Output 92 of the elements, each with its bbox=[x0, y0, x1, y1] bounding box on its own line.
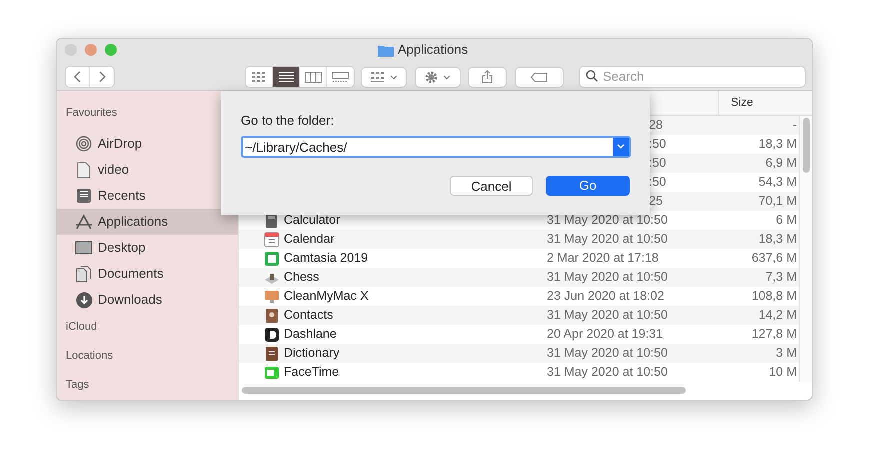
sidebar-item[interactable]: video bbox=[57, 157, 238, 183]
search-icon bbox=[586, 70, 598, 82]
size-cell-text: 10 M bbox=[769, 364, 797, 382]
dropdown-button[interactable] bbox=[613, 138, 629, 156]
date-cell-text: 31 May 2020 at 10:50 bbox=[547, 231, 669, 248]
group-button[interactable] bbox=[361, 66, 407, 88]
sidebar-item[interactable]: Recents bbox=[57, 183, 238, 209]
search-field[interactable]: Search bbox=[579, 66, 806, 88]
chevron-left-icon bbox=[74, 71, 81, 83]
sidebar-item[interactable]: Desktop bbox=[57, 235, 238, 261]
airdrop-icon bbox=[76, 136, 92, 152]
size-cell-text: 6,9 M bbox=[766, 155, 797, 172]
gear-icon bbox=[425, 70, 438, 84]
tag-button[interactable] bbox=[515, 66, 564, 88]
minimize-button[interactable] bbox=[85, 44, 97, 56]
size-cell-text: 7,3 M bbox=[766, 269, 797, 286]
download-icon bbox=[76, 292, 92, 308]
size-cell-text: 108,8 M bbox=[752, 288, 797, 306]
icon-view-icon bbox=[252, 72, 266, 82]
window-title: Applications bbox=[398, 41, 468, 60]
file-name-cell-text: Chess bbox=[284, 269, 320, 286]
size-cell-text: 637,6 M bbox=[752, 250, 797, 268]
document-icon bbox=[77, 162, 91, 178]
size-cell-text: 14,2 M bbox=[758, 307, 797, 324]
monitor-icon bbox=[264, 288, 280, 304]
sidebar-section-heading[interactable]: Favourites bbox=[57, 99, 118, 128]
folder-icon bbox=[378, 44, 394, 56]
sidebar-section-heading[interactable]: Locations bbox=[57, 342, 114, 371]
date-cell-text: 25 bbox=[649, 193, 664, 210]
date-cell-text: :50 bbox=[649, 136, 668, 154]
size-cell-text: 6 M bbox=[776, 212, 797, 230]
cancel-button[interactable]: Cancel bbox=[450, 176, 533, 196]
file-name-cell-text: FaceTime bbox=[284, 364, 340, 382]
date-cell-text: 20 Apr 2020 at 19:31 bbox=[547, 326, 664, 344]
scrollbar-thumb[interactable] bbox=[803, 118, 810, 173]
size-cell-text: 70,1 M bbox=[758, 193, 797, 210]
file-name-cell-text: Camtasia 2019 bbox=[284, 250, 368, 268]
share-icon bbox=[482, 70, 493, 84]
path-input-field[interactable]: ~/Library/Caches/ bbox=[241, 136, 631, 158]
size-cell-text: 3 M bbox=[776, 345, 797, 362]
tag-icon bbox=[531, 72, 548, 82]
sidebar-section-heading[interactable]: iCloud bbox=[57, 313, 98, 342]
sidebar-section-heading[interactable]: Tags bbox=[57, 371, 90, 400]
go-button[interactable]: Go bbox=[546, 176, 630, 196]
date-cell-text: 31 May 2020 at 10:50 bbox=[547, 212, 669, 230]
desktop-icon bbox=[75, 241, 93, 255]
size-cell-text: 18,3 M bbox=[758, 231, 797, 248]
size-cell-text: 127,8 M bbox=[752, 326, 797, 344]
size-cell-text: 18,3 M bbox=[758, 136, 797, 154]
sidebar-item[interactable]: Applications bbox=[57, 209, 238, 235]
date-cell-text: 28 bbox=[649, 117, 664, 134]
column-view-icon bbox=[304, 72, 322, 82]
size-cell-text: - bbox=[792, 117, 797, 134]
share-button[interactable] bbox=[468, 66, 507, 88]
gallery-view-icon bbox=[332, 72, 349, 82]
view-mode-button[interactable] bbox=[273, 67, 300, 87]
address-book-icon bbox=[264, 308, 280, 324]
applications-icon bbox=[75, 214, 93, 230]
sidebar-item[interactable]: AirDrop bbox=[57, 131, 238, 157]
date-cell-text: 2 Mar 2020 at 17:18 bbox=[547, 250, 660, 268]
vertical-scrollbar[interactable] bbox=[799, 116, 812, 382]
file-name-cell-text: Calendar bbox=[284, 231, 335, 248]
file-name-cell-text: Contacts bbox=[284, 307, 334, 324]
list-view-icon bbox=[278, 72, 294, 82]
chevron-right-icon bbox=[98, 71, 106, 83]
file-name-cell-text: Calculator bbox=[284, 212, 340, 230]
sidebar-item[interactable]: Downloads bbox=[57, 287, 238, 313]
chevron-down-icon bbox=[390, 74, 398, 80]
sidebar-item[interactable]: Documents bbox=[57, 261, 238, 287]
column-header-label: Size bbox=[730, 96, 754, 111]
file-name-cell-text: CleanMyMac X bbox=[284, 288, 369, 306]
scrollbar-thumb[interactable] bbox=[242, 386, 686, 394]
view-mode-control[interactable] bbox=[245, 66, 355, 88]
zoom-button[interactable] bbox=[105, 44, 117, 56]
dialog-label: Go to the folder: bbox=[241, 112, 336, 130]
chevron-down-icon bbox=[617, 144, 625, 149]
file-name-cell-text: Dictionary bbox=[284, 345, 340, 362]
file-name-cell-text: Dashlane bbox=[284, 326, 337, 344]
date-cell-text: 31 May 2020 at 10:50 bbox=[547, 269, 669, 286]
date-cell-text: 23 Jun 2020 at 18:02 bbox=[547, 288, 666, 306]
action-button[interactable] bbox=[415, 66, 461, 88]
size-cell-text: 54,3 M bbox=[758, 174, 797, 192]
date-cell-text: 31 May 2020 at 10:50 bbox=[547, 364, 669, 382]
recents-icon bbox=[76, 188, 92, 204]
date-cell-text: 31 May 2020 at 10:50 bbox=[547, 345, 669, 362]
date-cell-text: :50 bbox=[649, 174, 668, 192]
date-cell-text: 31 May 2020 at 10:50 bbox=[547, 307, 669, 324]
date-cell-text: :50 bbox=[649, 155, 668, 172]
documents-icon bbox=[76, 266, 92, 282]
chevron-down-icon bbox=[443, 74, 451, 80]
view-mode-button[interactable] bbox=[246, 67, 273, 87]
grid-icon bbox=[370, 72, 384, 82]
